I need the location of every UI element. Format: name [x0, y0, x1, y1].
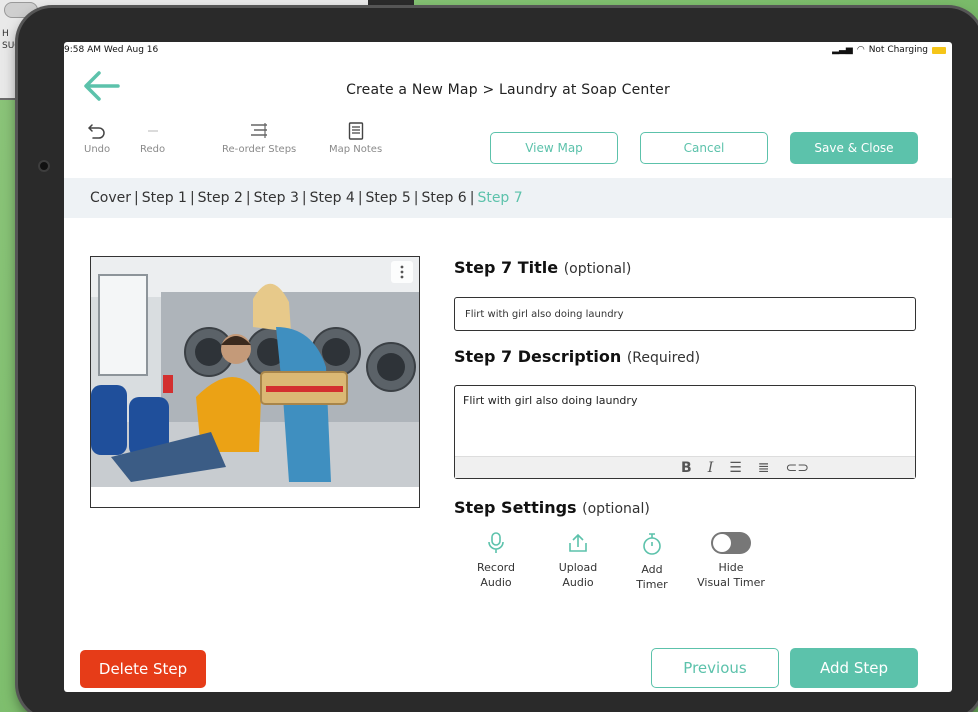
link-icon[interactable]: ⊂⊃ — [786, 460, 809, 476]
step-link-1[interactable]: Step 1 — [142, 190, 187, 206]
step-title-input[interactable] — [454, 297, 916, 331]
view-map-button[interactable]: View Map — [490, 132, 618, 164]
undo-label: Undo — [84, 144, 111, 155]
status-right: ▂▃▅ ◠ Not Charging — [832, 45, 946, 55]
more-vertical-icon — [400, 265, 404, 279]
step-navigation: Cover | Step 1 | Step 2 | Step 3 | Step … — [64, 178, 952, 218]
italic-icon[interactable]: I — [708, 460, 714, 476]
tablet-frame: 9:58 AM Wed Aug 16 ▂▃▅ ◠ Not Charging Cr… — [18, 8, 978, 712]
cancel-button[interactable]: Cancel — [640, 132, 768, 164]
timer-icon — [643, 533, 661, 555]
redo-label: Redo — [140, 144, 166, 155]
upload-audio-button[interactable]: Upload Audio — [550, 532, 606, 590]
step-image[interactable] — [90, 256, 420, 508]
status-time: 9:58 AM Wed Aug 16 — [64, 45, 159, 55]
add-step-button[interactable]: Add Step — [790, 648, 918, 688]
step-link-5[interactable]: Step 5 — [366, 190, 411, 206]
bullet-list-icon[interactable]: ☰ — [729, 460, 742, 476]
laundry-photo — [91, 257, 419, 487]
image-menu-button[interactable] — [391, 261, 413, 283]
page-title: Create a New Map > Laundry at Soap Cente… — [346, 82, 670, 98]
required-tag: (Required) — [626, 350, 701, 366]
step-link-3[interactable]: Step 3 — [254, 190, 299, 206]
settings-optional-tag: (optional) — [582, 501, 650, 517]
step-link-4[interactable]: Step 4 — [310, 190, 355, 206]
record-audio-button[interactable]: Record Audio — [468, 532, 524, 590]
step-settings-label: Step Settings (optional) — [454, 498, 650, 517]
delete-step-button[interactable]: Delete Step — [80, 650, 206, 688]
reorder-steps-button[interactable]: Re-order Steps — [222, 122, 296, 155]
numbered-list-icon[interactable]: ≣ — [758, 460, 770, 476]
step-link-6[interactable]: Step 6 — [421, 190, 466, 206]
add-timer-button[interactable]: Add Timer — [630, 532, 674, 592]
step-link-cover[interactable]: Cover — [90, 190, 131, 206]
reorder-label: Re-order Steps — [222, 144, 297, 155]
redo-button[interactable]: Redo — [140, 122, 165, 155]
save-close-button[interactable]: Save & Close — [790, 132, 918, 164]
hide-visual-timer-toggle[interactable]: Hide Visual Timer — [688, 532, 774, 590]
reorder-icon — [251, 123, 268, 138]
charging-status: Not Charging — [868, 45, 928, 55]
undo-icon — [88, 124, 105, 139]
undo-button[interactable]: Undo — [84, 122, 110, 155]
microphone-icon — [488, 532, 504, 553]
bold-icon[interactable]: B — [681, 460, 692, 476]
signal-icon: ▂▃▅ — [832, 45, 853, 55]
toggle-knob — [713, 534, 731, 552]
toggle-switch[interactable] — [711, 532, 751, 554]
step-title-label: Step 7 Title (optional) — [454, 258, 632, 277]
status-bar: 9:58 AM Wed Aug 16 ▂▃▅ ◠ Not Charging — [64, 42, 952, 58]
step-description-label: Step 7 Description (Required) — [454, 347, 701, 366]
notes-icon — [348, 122, 363, 140]
map-notes-button[interactable]: Map Notes — [329, 122, 382, 155]
camera-icon — [38, 160, 50, 172]
step-link-2[interactable]: Step 2 — [198, 190, 243, 206]
previous-button[interactable]: Previous — [651, 648, 779, 688]
redo-icon — [147, 130, 158, 132]
step-description-input[interactable]: Flirt with girl also doing laundry — [455, 386, 915, 456]
editor-toolbar: B I ☰ ≣ ⊂⊃ — [455, 456, 915, 478]
notes-label: Map Notes — [329, 144, 383, 155]
upload-icon — [569, 533, 587, 552]
description-editor: Flirt with girl also doing laundry B I ☰… — [454, 385, 916, 479]
wifi-icon: ◠ — [856, 45, 865, 55]
optional-tag: (optional) — [563, 261, 632, 277]
step-link-7-active[interactable]: Step 7 — [477, 190, 522, 206]
battery-icon — [932, 46, 946, 54]
app-screen: 9:58 AM Wed Aug 16 ▂▃▅ ◠ Not Charging Cr… — [64, 42, 952, 692]
